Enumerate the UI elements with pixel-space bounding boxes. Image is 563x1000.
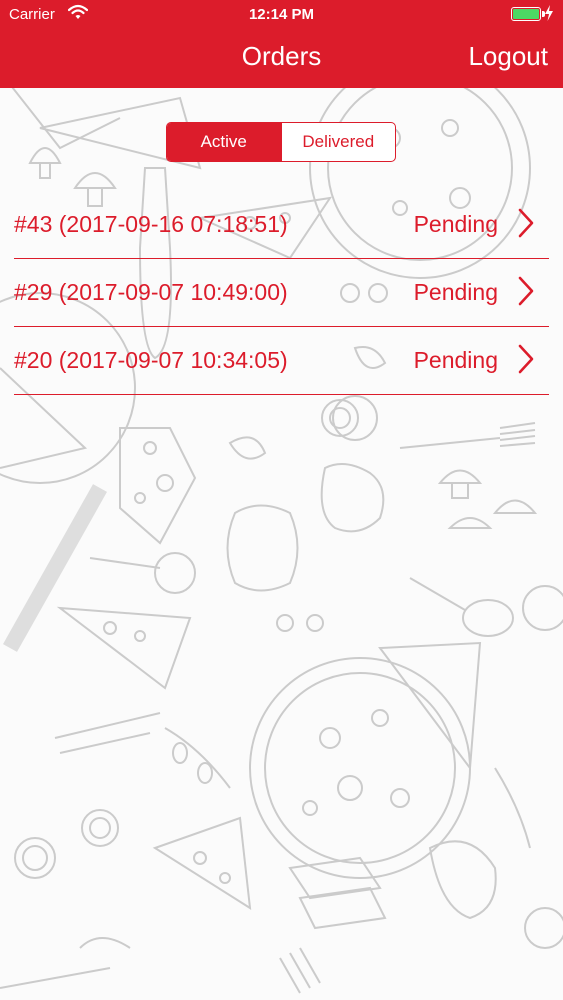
battery-icon — [511, 7, 545, 21]
tab-delivered[interactable]: Delivered — [280, 123, 396, 161]
order-status: Pending — [413, 347, 498, 373]
order-id-label: #20 (2017-09-07 10:34:05) — [14, 347, 288, 373]
charging-bolt-icon — [545, 5, 553, 21]
top-bar: Carrier 12:14 PM Orders Logout — [0, 0, 563, 88]
logout-button[interactable]: Logout — [468, 41, 548, 72]
chevron-right-icon — [518, 276, 534, 306]
order-row[interactable]: #20 (2017-09-07 10:34:05) Pending — [14, 327, 549, 395]
order-id-label: #29 (2017-09-07 10:49:00) — [14, 279, 288, 305]
orders-list: #43 (2017-09-16 07:18:51) Pending #29 (2… — [14, 191, 549, 395]
chevron-right-icon — [518, 344, 534, 374]
order-row[interactable]: #29 (2017-09-07 10:49:00) Pending — [14, 259, 549, 327]
order-filter-segment: Active Delivered — [166, 122, 396, 162]
order-status: Pending — [413, 211, 498, 237]
order-row[interactable]: #43 (2017-09-16 07:18:51) Pending — [14, 191, 549, 259]
order-status: Pending — [413, 279, 498, 305]
chevron-right-icon — [518, 208, 534, 238]
status-bar: Carrier 12:14 PM — [0, 0, 563, 30]
status-time: 12:14 PM — [248, 6, 315, 23]
tab-active[interactable]: Active — [167, 123, 281, 161]
order-id-label: #43 (2017-09-16 07:18:51) — [14, 211, 288, 237]
